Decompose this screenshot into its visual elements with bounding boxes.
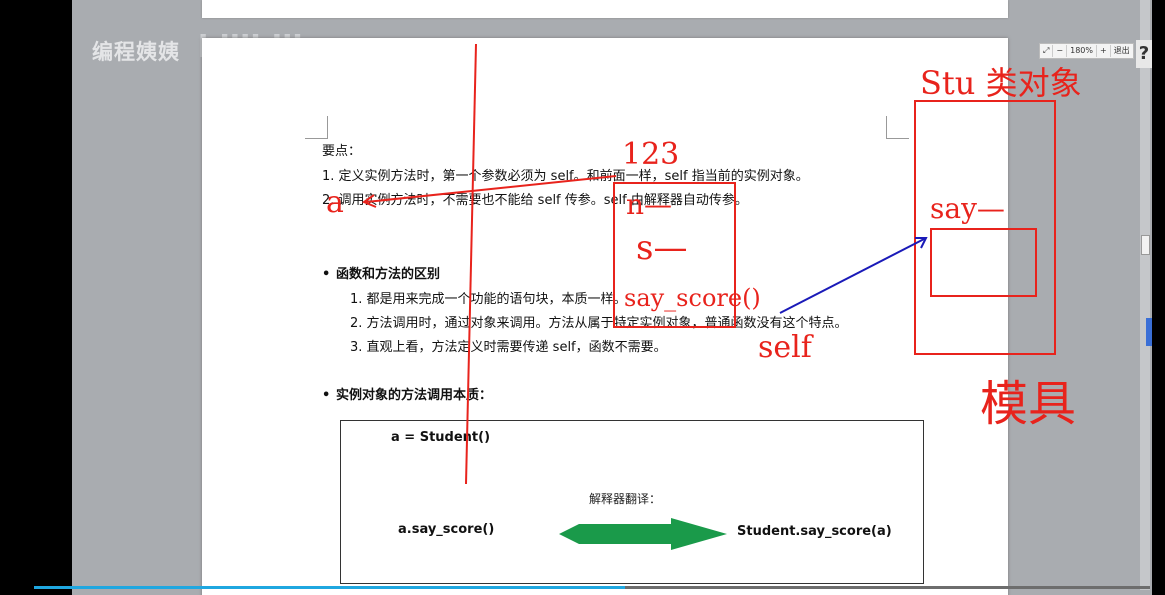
annotation-pointer-line — [365, 175, 617, 203]
annotation-vertical-line — [465, 43, 477, 485]
annotation-s: s— — [636, 228, 688, 268]
annotation-method-box — [930, 228, 1037, 297]
annotation-say-score: say_score() — [624, 284, 761, 312]
annotation-a: a — [326, 185, 344, 220]
annotation-mold: 模具 — [980, 376, 1077, 432]
annotation-class-title: Stu 类对象 — [920, 64, 1082, 102]
annotation-blue-arrow — [779, 237, 927, 314]
annotation-say: say— — [930, 192, 1005, 225]
annotation-self: self — [758, 330, 812, 365]
annotation-n: n— — [626, 188, 673, 221]
annotation-class-box — [914, 100, 1056, 355]
annotation-number: 123 — [622, 137, 680, 172]
